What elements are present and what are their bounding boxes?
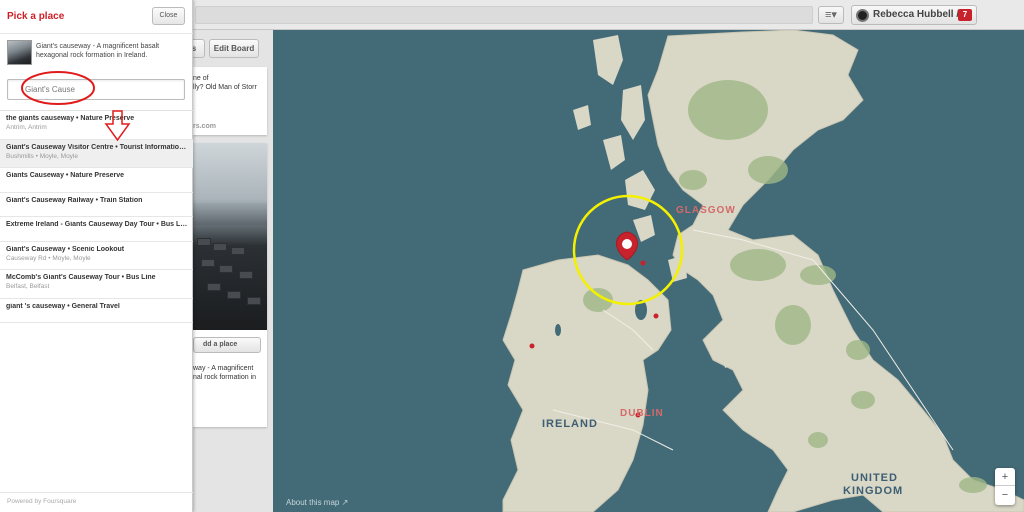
- pin-card-text: ne of: [193, 75, 209, 82]
- place-result-name: giant 's causeway • General Travel: [6, 302, 120, 310]
- place-result-name: Giant's Causeway • Scenic Lookout: [6, 245, 125, 253]
- place-result-location: Bushmills • Moyle, Moyle: [6, 152, 78, 160]
- place-result-item[interactable]: Giant's Causeway Visitor Centre • Touris…: [0, 139, 193, 168]
- pin-card[interactable]: ne of lly? Old Man of Storr rs.com: [193, 67, 267, 135]
- place-result-item[interactable]: Giant's Causeway Railway • Train Station: [0, 193, 193, 217]
- close-button[interactable]: Close: [152, 7, 185, 25]
- panel-title: Pick a place: [7, 11, 65, 22]
- map-label-ireland: IRELAND: [542, 418, 598, 430]
- pin-thumbnail: [7, 40, 32, 65]
- place-result-item[interactable]: McComb's Giant's Causeway Tour • Bus Lin…: [0, 270, 193, 299]
- top-search-bar[interactable]: [195, 6, 813, 24]
- avatar: [856, 9, 869, 22]
- menu-icon[interactable]: ≡▾: [818, 6, 844, 24]
- map-label-dublin: DUBLIN: [620, 408, 664, 419]
- board-column: s Edit Board ne of lly? Old Man of Storr…: [183, 30, 273, 512]
- place-result-name: Giant's Causeway Visitor Centre • Touris…: [6, 143, 188, 151]
- place-result-name: McComb's Giant's Causeway Tour • Bus Lin…: [6, 274, 156, 281]
- pin-card-text: lly? Old Man of Storr: [193, 84, 257, 91]
- edit-board-button[interactable]: Edit Board: [209, 39, 259, 58]
- zoom-in-button[interactable]: +: [995, 468, 1015, 486]
- map-graphic: [502, 30, 1024, 512]
- map-label-glasgow: GLASGOW: [676, 205, 736, 216]
- place-result-location: Causeway Rd • Moyle, Moyle: [6, 254, 91, 262]
- place-result-item[interactable]: giant 's causeway • General Travel: [0, 299, 193, 323]
- pin-card-source: rs.com: [193, 123, 216, 130]
- place-result-item[interactable]: Giant's Causeway • Scenic Lookout Causewa…: [0, 242, 193, 270]
- place-result-item[interactable]: Giants Causeway • Nature Preserve: [0, 168, 193, 193]
- place-result-location: Antrim, Antrim: [6, 124, 47, 131]
- zoom-out-button[interactable]: −: [995, 486, 1015, 504]
- pin-card-giants-causeway[interactable]: dd a place way - A magnificent nal rock …: [193, 143, 267, 427]
- pin-card-text: way - A magnificent: [193, 365, 254, 372]
- add-place-button[interactable]: dd a place: [193, 337, 261, 353]
- user-name: Rebecca Hubbell /...: [873, 9, 968, 20]
- powered-by-text: Powered by Foursquare: [7, 498, 77, 505]
- place-results-list: the giants causeway • Nature Preserve Ant…: [0, 110, 193, 323]
- place-result-location: Belfast, Belfast: [6, 283, 50, 290]
- place-result-name: Giants Causeway • Nature Preserve: [6, 172, 125, 179]
- place-result-name: Giant's Causeway Railway • Train Station: [6, 196, 143, 204]
- place-result-name: the giants causeway • Nature Preserve: [6, 115, 135, 122]
- place-result-name: Extreme Ireland - Giants Causeway Day To…: [6, 221, 188, 228]
- map[interactable]: GLASGOW DUBLIN IRELAND UNITED KINGDOM Ab…: [273, 30, 1024, 512]
- place-result-item[interactable]: Extreme Ireland - Giants Causeway Day To…: [0, 217, 193, 242]
- zoom-control: + −: [995, 468, 1015, 505]
- about-this-map-link[interactable]: About this map ↗: [286, 498, 348, 507]
- pin-photo: [193, 143, 267, 330]
- pin-summary: Giant's causeway - A magnificent basalt …: [0, 33, 193, 73]
- pin-description: Giant's causeway - A magnificent basalt …: [36, 43, 160, 59]
- user-menu-button[interactable]: Rebecca Hubbell /... 7: [851, 5, 977, 25]
- pick-place-panel: Pick a place Close Giant's causeway - A …: [0, 0, 193, 512]
- notification-badge[interactable]: 7: [958, 9, 972, 21]
- map-label-kingdom: KINGDOM: [843, 485, 904, 497]
- place-search-input[interactable]: [7, 79, 185, 100]
- map-label-united: UNITED: [851, 472, 898, 484]
- place-result-item[interactable]: the giants causeway • Nature Preserve Ant…: [0, 111, 193, 140]
- pin-card-text: nal rock formation in: [193, 374, 257, 381]
